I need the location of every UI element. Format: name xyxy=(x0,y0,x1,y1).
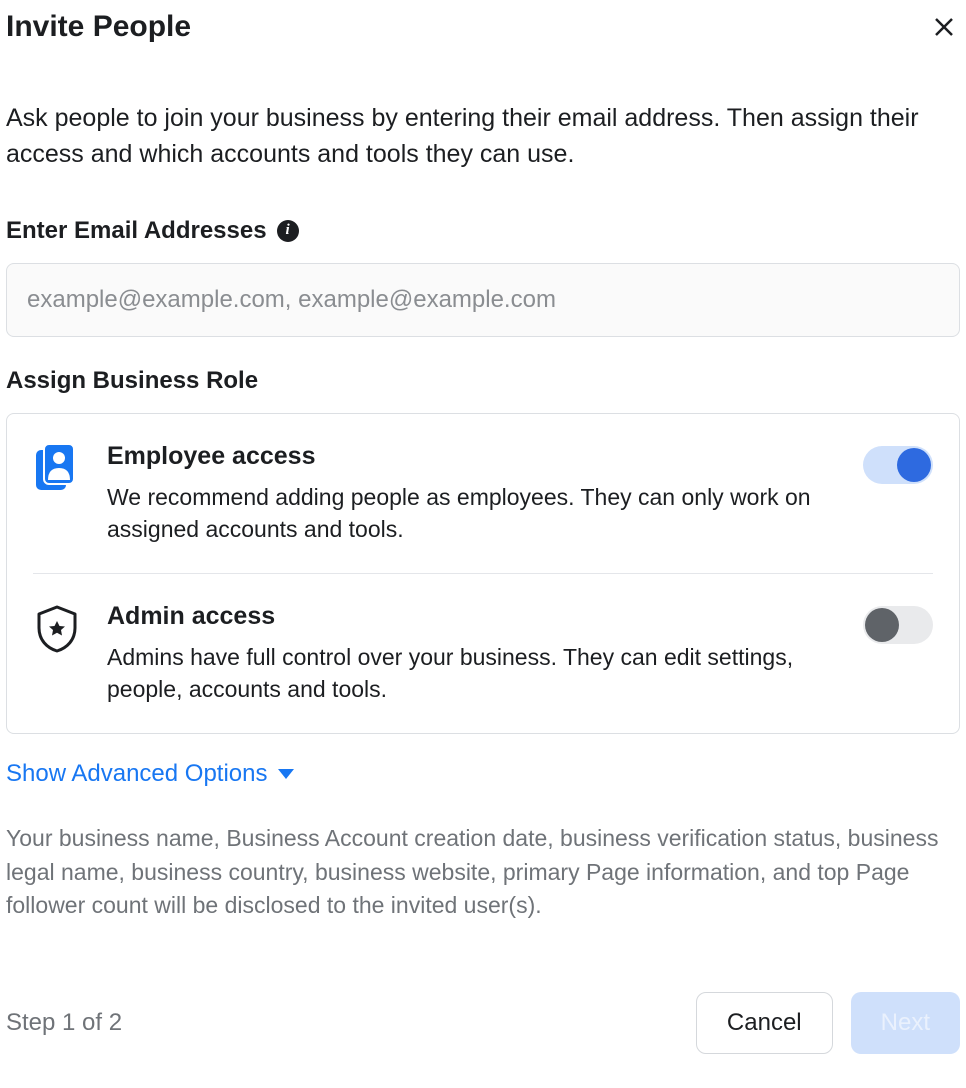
admin-shield-icon xyxy=(33,602,81,654)
admin-access-toggle[interactable] xyxy=(863,606,933,644)
role-label-text: Assign Business Role xyxy=(6,367,258,395)
dialog-title: Invite People xyxy=(6,10,191,44)
employee-access-toggle[interactable] xyxy=(863,446,933,484)
roles-box: Employee access We recommend adding peop… xyxy=(6,413,960,735)
admin-role-desc: Admins have full control over your busin… xyxy=(107,641,837,705)
employee-role-title: Employee access xyxy=(107,442,837,471)
advanced-link-label: Show Advanced Options xyxy=(6,760,268,788)
intro-text: Ask people to join your business by ente… xyxy=(6,100,960,173)
employee-badge-icon xyxy=(33,442,81,490)
info-icon[interactable]: i xyxy=(277,220,299,242)
role-section-label: Assign Business Role xyxy=(6,367,960,395)
email-input[interactable] xyxy=(6,263,960,337)
admin-role-title: Admin access xyxy=(107,602,837,631)
close-button[interactable] xyxy=(928,11,960,43)
email-label-text: Enter Email Addresses xyxy=(6,217,267,245)
employee-role-desc: We recommend adding people as employees.… xyxy=(107,481,837,545)
caret-down-icon xyxy=(278,769,294,779)
cancel-button[interactable]: Cancel xyxy=(696,992,833,1054)
disclosure-text: Your business name, Business Account cre… xyxy=(6,822,960,922)
show-advanced-options-link[interactable]: Show Advanced Options xyxy=(6,760,294,788)
close-icon xyxy=(932,15,956,39)
step-indicator: Step 1 of 2 xyxy=(6,1009,122,1037)
role-row-admin: Admin access Admins have full control ov… xyxy=(33,573,933,733)
email-section-label: Enter Email Addresses i xyxy=(6,217,960,245)
next-button[interactable]: Next xyxy=(851,992,960,1054)
role-row-employee: Employee access We recommend adding peop… xyxy=(33,414,933,573)
